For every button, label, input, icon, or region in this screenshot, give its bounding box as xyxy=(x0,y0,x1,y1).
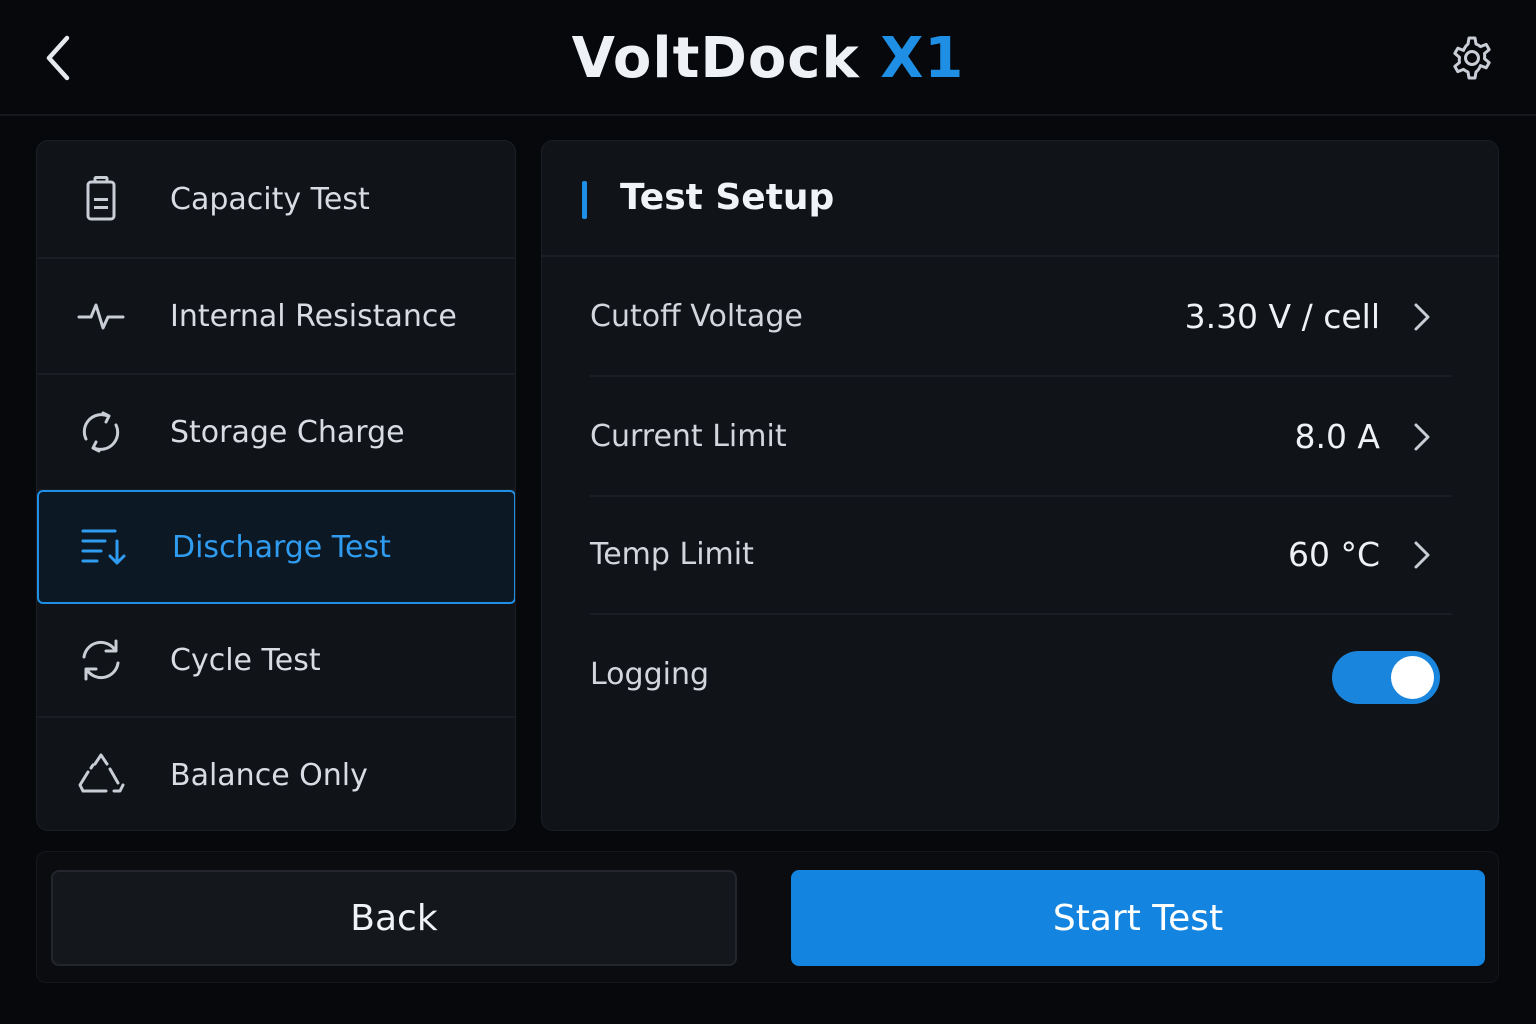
pulse-icon xyxy=(77,292,125,340)
test-setup-panel: Test Setup Cutoff Voltage 3.30 V / cell … xyxy=(541,140,1499,831)
circular-arrows-icon xyxy=(77,408,125,456)
top-bar: VoltDock X1 xyxy=(0,0,1536,116)
setting-label: Temp Limit xyxy=(590,537,754,572)
menu-item-capacity-test[interactable]: Capacity Test xyxy=(37,141,515,259)
panel-title: Test Setup xyxy=(620,177,835,218)
chevron-right-icon xyxy=(1414,423,1430,451)
setting-row-current-limit[interactable]: Current Limit 8.0 A xyxy=(590,379,1452,497)
panel-header: Test Setup xyxy=(542,141,1498,257)
app-title-main: VoltDock xyxy=(571,26,860,91)
menu-item-discharge-test[interactable]: Discharge Test xyxy=(37,490,515,604)
action-bar: Back Start Test xyxy=(36,851,1499,983)
test-mode-menu: Capacity Test Internal Resistance Storag… xyxy=(36,140,516,831)
toggle-knob xyxy=(1391,656,1434,699)
accent-bar xyxy=(582,181,587,219)
app-root: VoltDock X1 Capacity Test Internal Resis… xyxy=(0,0,1536,1024)
logging-toggle[interactable] xyxy=(1332,651,1440,704)
menu-item-internal-resistance[interactable]: Internal Resistance xyxy=(37,259,515,375)
setting-row-cutoff-voltage[interactable]: Cutoff Voltage 3.30 V / cell xyxy=(590,259,1452,377)
battery-icon xyxy=(77,175,125,223)
menu-item-label: Storage Charge xyxy=(170,414,405,450)
refresh-icon xyxy=(77,636,125,684)
setting-row-temp-limit[interactable]: Temp Limit 60 °C xyxy=(590,497,1452,615)
app-title: VoltDock X1 xyxy=(0,26,1536,92)
setting-value: 3.30 V / cell xyxy=(1184,297,1380,336)
triangle-recycle-icon xyxy=(77,751,125,799)
setting-label: Logging xyxy=(590,657,710,692)
gear-icon[interactable] xyxy=(1446,32,1498,84)
app-title-accent: X1 xyxy=(880,26,965,91)
start-test-button[interactable]: Start Test xyxy=(791,870,1485,966)
menu-item-label: Cycle Test xyxy=(170,642,321,678)
menu-item-label: Balance Only xyxy=(170,757,368,793)
menu-item-balance-only[interactable]: Balance Only xyxy=(37,718,515,830)
setting-label: Cutoff Voltage xyxy=(590,299,803,334)
chevron-right-icon xyxy=(1414,303,1430,331)
chevron-right-icon xyxy=(1414,541,1430,569)
list-down-arrow-icon xyxy=(79,523,127,571)
menu-item-label: Discharge Test xyxy=(172,529,391,565)
menu-item-storage-charge[interactable]: Storage Charge xyxy=(37,375,515,491)
menu-item-cycle-test[interactable]: Cycle Test xyxy=(37,604,515,718)
menu-item-label: Capacity Test xyxy=(170,181,370,217)
setting-value: 60 °C xyxy=(1287,535,1380,574)
back-button[interactable]: Back xyxy=(51,870,737,966)
menu-item-label: Internal Resistance xyxy=(170,298,457,334)
setting-row-logging: Logging xyxy=(590,617,1452,735)
setting-label: Current Limit xyxy=(590,419,787,454)
setting-value: 8.0 A xyxy=(1294,417,1380,456)
